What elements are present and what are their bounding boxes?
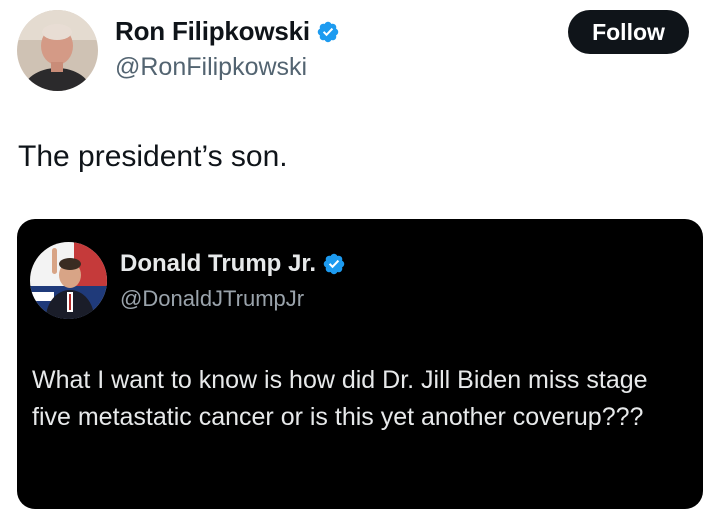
verified-badge-icon	[316, 20, 340, 44]
author-name-row: Ron Filipkowski	[115, 16, 340, 47]
verified-badge-icon	[322, 252, 346, 276]
author-handle[interactable]: @RonFilipkowski	[115, 53, 307, 82]
author-display-name[interactable]: Ron Filipkowski	[115, 16, 310, 47]
follow-button[interactable]: Follow	[568, 10, 689, 54]
tweet-text: The president’s son.	[18, 140, 288, 173]
quoted-author-display-name[interactable]: Donald Trump Jr.	[120, 250, 316, 278]
quoted-author-avatar[interactable]	[30, 242, 107, 319]
quoted-author-name-row: Donald Trump Jr.	[120, 250, 346, 278]
quoted-tweet-text: What I want to know is how did Dr. Jill …	[32, 366, 648, 431]
quoted-author-handle[interactable]: @DonaldJTrumpJr	[120, 286, 304, 312]
profile-photo-avatar-icon	[17, 10, 98, 91]
quoted-tweet-card[interactable]: Donald Trump Jr. @DonaldJTrumpJr What I …	[17, 219, 703, 509]
profile-photo-avatar-icon	[30, 242, 107, 319]
author-avatar[interactable]	[17, 10, 98, 91]
